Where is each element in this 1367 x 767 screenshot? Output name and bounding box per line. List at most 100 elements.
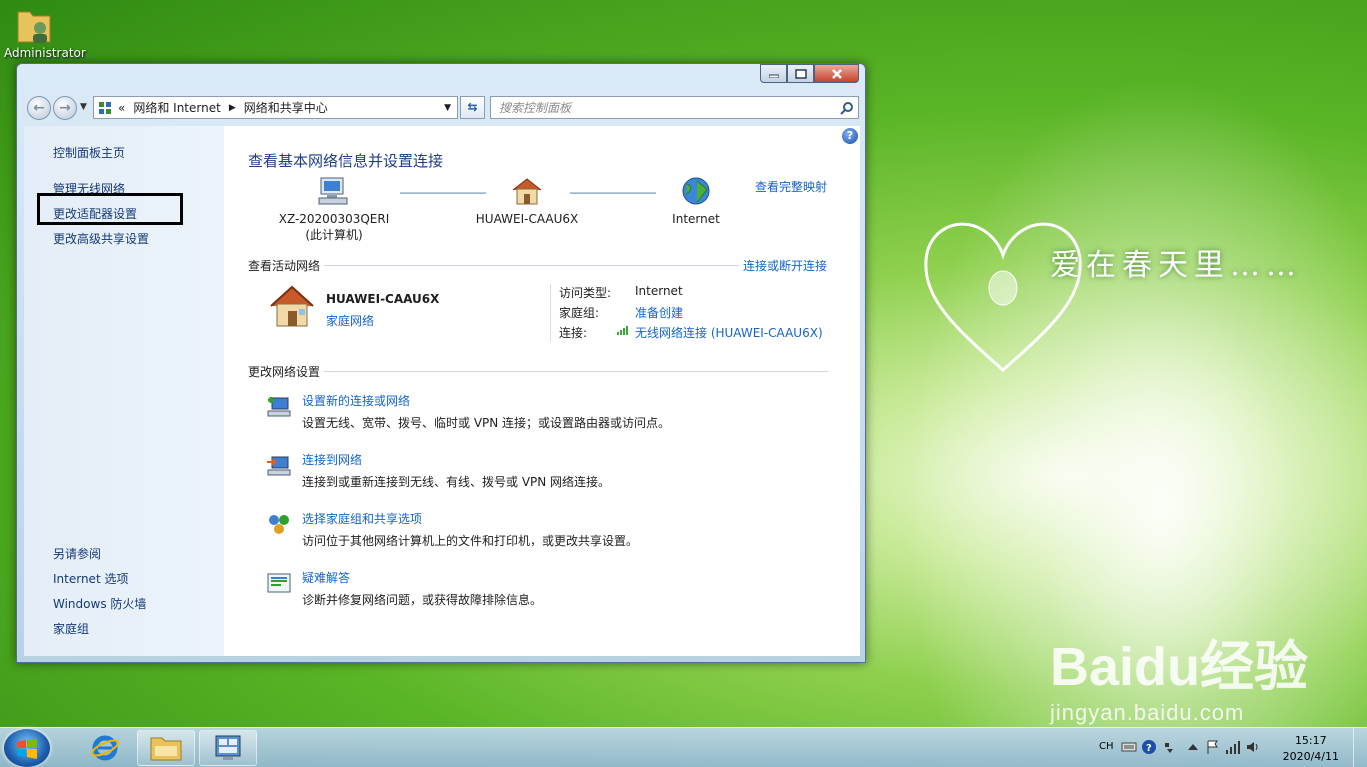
address-dropdown-icon[interactable]: ▼ <box>444 103 451 113</box>
start-button[interactable] <box>4 729 50 767</box>
maximize-button[interactable] <box>787 64 814 83</box>
folder-icon <box>150 737 182 761</box>
see-also-heading: 另请参阅 <box>53 547 102 561</box>
search-icon[interactable] <box>840 101 854 115</box>
homegroup-row: 家庭组: 准备创建 <box>559 304 859 322</box>
input-language-indicator[interactable]: CH <box>1099 741 1114 752</box>
wireless-signal-icon[interactable] <box>1225 739 1241 755</box>
house-icon <box>270 285 314 327</box>
connect-network-icon <box>267 456 291 476</box>
active-networks-header: 查看活动网络 <box>248 259 321 273</box>
show-hidden-icons-icon[interactable] <box>1185 739 1201 755</box>
show-desktop-button[interactable] <box>1353 728 1367 767</box>
map-node-sublabel: (此计算机) <box>305 228 363 242</box>
desktop-icon-user-folder[interactable]: Administrator <box>4 4 86 60</box>
homegroup-label: 家庭组: <box>559 306 600 320</box>
heart-decoration <box>924 222 1082 373</box>
sidebar-item-windows-firewall[interactable]: Windows 防火墙 <box>53 595 146 612</box>
clock[interactable]: 15:17 2020/4/11 <box>1283 733 1339 765</box>
homegroup-icon <box>269 515 289 534</box>
wireless-connection-link[interactable]: 无线网络连接 (HUAWEI-CAAU6X) <box>635 324 823 341</box>
taskbar: CH ? 15:17 2020/4/11 <box>0 727 1367 767</box>
access-type-row: 访问类型: Internet <box>559 284 859 302</box>
taskbar-control-panel[interactable] <box>199 730 257 766</box>
recent-pages-dropdown[interactable]: ▼ <box>80 102 87 112</box>
sidebar-item-homegroup[interactable]: 家庭组 <box>53 620 89 637</box>
help-icon[interactable]: ? <box>842 128 858 144</box>
connect-disconnect-link[interactable]: 连接或断开连接 <box>743 257 827 274</box>
forward-arrow-icon: → <box>59 100 71 116</box>
svg-text:?: ? <box>1146 743 1152 754</box>
refresh-icon: ⇆ <box>467 100 478 114</box>
main-content: ? 查看基本网络信息并设置连接 查看完整映射 XZ-20200303QERI (… <box>224 126 860 656</box>
minimize-button[interactable] <box>760 64 787 83</box>
connection-label: 连接: <box>559 326 588 340</box>
action-center-flag-icon[interactable] <box>1205 739 1221 755</box>
map-node-router: HUAWEI-CAAU6X <box>457 176 597 226</box>
close-button[interactable] <box>814 64 859 83</box>
task-title-link[interactable]: 设置新的连接或网络 <box>302 392 410 409</box>
volume-icon[interactable] <box>1245 739 1261 755</box>
task-title-link[interactable]: 疑难解答 <box>302 569 350 586</box>
system-tray: CH ? 15:17 2020/4/11 <box>1077 728 1367 767</box>
globe-icon <box>682 177 710 205</box>
task-title-link[interactable]: 连接到网络 <box>302 451 362 468</box>
divider <box>324 265 739 266</box>
breadcrumb-overflow[interactable]: « <box>118 101 125 115</box>
clock-time: 15:17 <box>1294 734 1327 747</box>
sidebar-item-internet-options[interactable]: Internet 选项 <box>53 570 128 587</box>
connection-row: 连接: 无线网络连接 (HUAWEI-CAAU6X) <box>559 324 859 342</box>
clock-date: 2020/4/11 <box>1282 750 1339 763</box>
divider <box>550 284 551 342</box>
back-button[interactable]: ← <box>27 96 51 120</box>
search-input[interactable]: 搜索控制面板 <box>490 96 859 119</box>
desktop-icon-label: Administrator <box>4 46 86 60</box>
network-type-link[interactable]: 家庭网络 <box>326 312 374 329</box>
close-icon <box>831 68 842 79</box>
search-placeholder: 搜索控制面板 <box>499 101 572 115</box>
taskbar-file-explorer[interactable] <box>137 730 195 766</box>
taskbar-internet-explorer[interactable] <box>76 730 134 766</box>
navigation-bar: ← → ▼ « 网络和 Internet ▶ 网络和共享中心 ▼ ⇆ 搜索控制面… <box>25 95 859 121</box>
network-map: XZ-20200303QERI (此计算机) HUAWEI-CAAU6X Int… <box>274 176 834 246</box>
homegroup-ready-link[interactable]: 准备创建 <box>635 304 683 321</box>
refresh-button[interactable]: ⇆ <box>460 96 485 119</box>
maximize-icon <box>794 68 807 79</box>
active-network-name: HUAWEI-CAAU6X <box>326 292 440 306</box>
access-type-value: Internet <box>635 284 683 298</box>
sidebar-item-control-panel-home[interactable]: 控制面板主页 <box>53 144 125 161</box>
back-arrow-icon: ← <box>33 100 45 116</box>
divider <box>324 371 828 372</box>
caption-buttons <box>760 64 859 83</box>
troubleshoot-icon <box>267 573 291 593</box>
wallpaper-slogan: 爱在春天里…… <box>1050 248 1302 283</box>
ime-options-icon[interactable] <box>1161 739 1177 755</box>
task-connect-network: 连接到网络 连接到或重新连接到无线、有线、拨号或 VPN 网络连接。 <box>266 451 846 495</box>
forward-button[interactable]: → <box>53 96 77 120</box>
task-title-link[interactable]: 选择家庭组和共享选项 <box>302 510 422 527</box>
breadcrumb-network-internet[interactable]: 网络和 Internet <box>133 99 220 116</box>
house-icon <box>512 178 542 205</box>
change-settings-header: 更改网络设置 <box>248 365 321 379</box>
keyboard-icon[interactable] <box>1121 739 1137 755</box>
user-folder-icon <box>17 11 51 43</box>
map-node-label: XZ-20200303QERI <box>278 212 390 226</box>
sidebar-item-change-advanced-sharing[interactable]: 更改高级共享设置 <box>53 230 149 247</box>
control-panel-icon <box>215 735 241 760</box>
sidebar: 控制面板主页 管理无线网络 更改适配器设置 更改高级共享设置 另请参阅 Inte… <box>24 126 224 656</box>
breadcrumb-network-sharing-center[interactable]: 网络和共享中心 <box>244 99 328 116</box>
help-icon[interactable]: ? <box>1141 739 1157 755</box>
access-type-label: 访问类型: <box>559 286 612 300</box>
new-connection-icon <box>267 397 291 417</box>
highlight-box <box>37 193 183 225</box>
baidu-watermark: Baidu经验 <box>1050 637 1309 697</box>
map-node-label: Internet <box>672 212 720 226</box>
windows-logo-icon <box>17 739 37 759</box>
internet-explorer-icon <box>91 735 119 761</box>
task-description: 设置无线、宽带、拨号、临时或 VPN 连接；或设置路由器或访问点。 <box>302 416 671 430</box>
breadcrumb-separator-icon[interactable]: ▶ <box>229 103 236 113</box>
task-description: 连接到或重新连接到无线、有线、拨号或 VPN 网络连接。 <box>302 475 611 489</box>
baidu-watermark-url: jingyan.baidu.com <box>1050 700 1245 725</box>
page-title: 查看基本网络信息并设置连接 <box>248 152 444 170</box>
address-bar[interactable]: « 网络和 Internet ▶ 网络和共享中心 ▼ <box>93 96 458 119</box>
